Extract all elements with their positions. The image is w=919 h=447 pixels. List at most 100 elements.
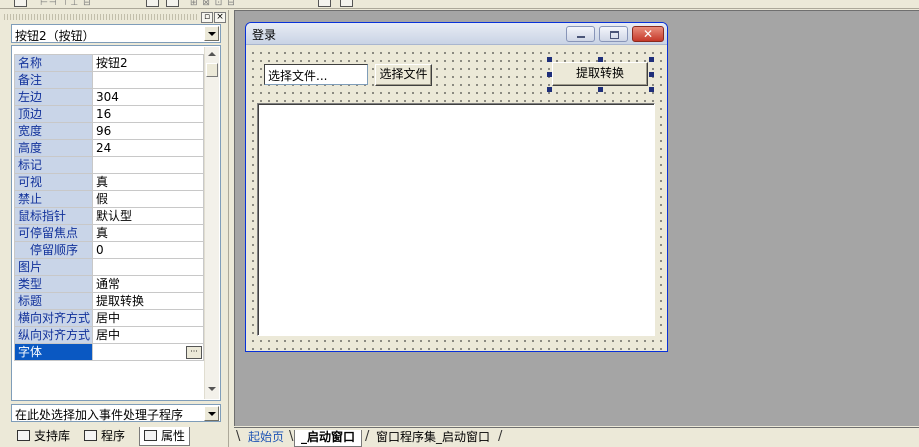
form-canvas[interactable]: 选择文件... 选择文件 提取转换 xyxy=(246,46,667,351)
property-value[interactable]: 16 xyxy=(92,105,204,123)
property-value[interactable] xyxy=(92,156,204,174)
event-selector[interactable]: 在此处选择加入事件处理子程序 xyxy=(11,404,221,422)
tab-properties-label: 属性 xyxy=(161,429,186,443)
property-value[interactable]: 真 xyxy=(92,173,204,191)
chevron-down-icon[interactable] xyxy=(204,26,219,41)
property-key: 类型 xyxy=(14,275,93,293)
toolbar-button-icon[interactable] xyxy=(166,0,179,7)
tab-program[interactable]: 程序 xyxy=(80,427,129,446)
property-row[interactable]: 名称 按钮2 xyxy=(14,54,204,72)
property-row[interactable]: 图片 xyxy=(14,258,204,276)
resize-handle[interactable] xyxy=(649,87,654,92)
property-key: 停留顺序 xyxy=(14,241,93,259)
toolbar-button-icon[interactable] xyxy=(318,0,331,7)
layout-tools-icon[interactable]: ⊞ ⊠ ⊡ ⊟ xyxy=(190,0,300,8)
property-value-text: 按钮2 xyxy=(96,55,128,70)
form-window[interactable]: 登录 ✕ 选择文件... 选择文件 提取转换 xyxy=(245,22,668,352)
property-key: 标记 xyxy=(14,156,93,174)
property-row[interactable]: 高度 24 xyxy=(14,139,204,157)
program-icon xyxy=(84,430,97,441)
property-value[interactable]: 通常 xyxy=(92,275,204,293)
resize-handle[interactable] xyxy=(547,72,552,77)
property-key: 标题 xyxy=(14,292,93,310)
property-value[interactable]: 居中 xyxy=(92,326,204,344)
panel-close-icon[interactable]: × xyxy=(214,12,226,23)
property-row[interactable]: 鼠标指针 默认型 xyxy=(14,207,204,225)
object-selector[interactable]: 按钮2（按钮） xyxy=(11,24,221,43)
property-value[interactable]: 96 xyxy=(92,122,204,140)
scroll-thumb[interactable] xyxy=(206,63,218,77)
property-row[interactable]: 可视真 xyxy=(14,173,204,191)
property-value[interactable]: 默认型 xyxy=(92,207,204,225)
form-titlebar[interactable]: 登录 ✕ xyxy=(246,23,667,45)
property-value[interactable]: ··· xyxy=(92,343,204,361)
property-row[interactable]: 类型 通常 xyxy=(14,275,204,293)
property-grid: 名称 按钮2 备注 左边 304 顶边 16 宽度 96 高度 24 标记 可视真禁止假鼠标指针 默认型可… xyxy=(11,45,221,401)
property-value[interactable] xyxy=(92,258,204,276)
output-editbox[interactable] xyxy=(257,103,655,336)
editor-tabbar: \ 起始页 \ _启动窗口 / 窗口程序集_启动窗口 / xyxy=(234,427,919,447)
tab-start-page[interactable]: 起始页 xyxy=(242,430,290,447)
choose-file-button[interactable]: 选择文件 xyxy=(375,64,432,86)
tab-separator: / xyxy=(365,429,370,444)
tab-separator: \ xyxy=(289,429,294,444)
property-key: 名称 xyxy=(14,54,93,72)
property-row[interactable]: 可停留焦点真 xyxy=(14,224,204,242)
scroll-up-icon[interactable] xyxy=(206,48,219,61)
property-key: 纵向对齐方式 xyxy=(14,326,93,344)
property-key: 宽度 xyxy=(14,122,93,140)
property-key: 鼠标指针 xyxy=(14,207,93,225)
property-value[interactable]: 0 xyxy=(92,241,204,259)
property-value-text: 0 xyxy=(96,242,104,257)
resize-handle[interactable] xyxy=(598,87,603,92)
property-row[interactable]: 字体 ··· xyxy=(14,343,204,361)
property-value[interactable] xyxy=(92,71,204,89)
panel-restore-icon[interactable]: ▫ xyxy=(201,12,213,23)
scroll-down-icon[interactable] xyxy=(206,383,219,396)
panel-grip[interactable] xyxy=(4,14,197,20)
property-value[interactable]: 提取转换 xyxy=(92,292,204,310)
property-row[interactable]: 停留顺序 0 xyxy=(14,241,204,259)
property-value[interactable]: 304 xyxy=(92,88,204,106)
toolbar-button-icon[interactable] xyxy=(14,0,27,7)
tab-properties[interactable]: 属性 xyxy=(139,427,191,446)
property-value[interactable]: 居中 xyxy=(92,309,204,327)
resize-handle[interactable] xyxy=(598,57,603,62)
minimize-icon[interactable] xyxy=(566,26,595,42)
align-tools-icon[interactable]: ⊢⊣ ⊤⊥ ⊟ xyxy=(40,0,135,8)
property-value[interactable]: 假 xyxy=(92,190,204,208)
tab-separator: / xyxy=(498,429,503,444)
close-icon[interactable]: ✕ xyxy=(632,26,664,42)
tab-startup-window[interactable]: _启动窗口 xyxy=(294,430,363,447)
property-row[interactable]: 纵向对齐方式 居中 xyxy=(14,326,204,344)
convert-button[interactable]: 提取转换 xyxy=(552,62,648,86)
tab-window-assembly[interactable]: 窗口程序集_启动窗口 xyxy=(370,430,496,447)
ellipsis-button[interactable]: ··· xyxy=(186,346,202,359)
property-row[interactable]: 左边 304 xyxy=(14,88,204,106)
property-key: 图片 xyxy=(14,258,93,276)
property-scrollbar[interactable] xyxy=(204,47,219,399)
toolbar-button-icon[interactable] xyxy=(146,0,159,7)
chevron-down-icon[interactable] xyxy=(204,406,219,421)
property-key: 横向对齐方式 xyxy=(14,309,93,327)
property-row[interactable]: 顶边 16 xyxy=(14,105,204,123)
property-value[interactable]: 按钮2 xyxy=(92,54,204,72)
tab-library[interactable]: 支持库 xyxy=(13,427,74,446)
resize-handle[interactable] xyxy=(547,87,552,92)
property-row[interactable]: 禁止假 xyxy=(14,190,204,208)
maximize-icon[interactable] xyxy=(599,26,628,42)
property-row[interactable]: 标记 xyxy=(14,156,204,174)
toolbar-button-icon[interactable] xyxy=(340,0,353,7)
property-row[interactable]: 备注 xyxy=(14,71,204,89)
resize-handle[interactable] xyxy=(649,72,654,77)
property-value[interactable]: 真 xyxy=(92,224,204,242)
tab-separator: \ xyxy=(236,429,241,444)
property-value-text: 真 xyxy=(96,225,109,240)
property-row[interactable]: 横向对齐方式 居中 xyxy=(14,309,204,327)
property-row[interactable]: 标题 提取转换 xyxy=(14,292,204,310)
resize-handle[interactable] xyxy=(547,57,552,62)
property-value[interactable]: 24 xyxy=(92,139,204,157)
resize-handle[interactable] xyxy=(649,57,654,62)
property-row[interactable]: 宽度 96 xyxy=(14,122,204,140)
file-path-input[interactable]: 选择文件... xyxy=(264,64,368,85)
